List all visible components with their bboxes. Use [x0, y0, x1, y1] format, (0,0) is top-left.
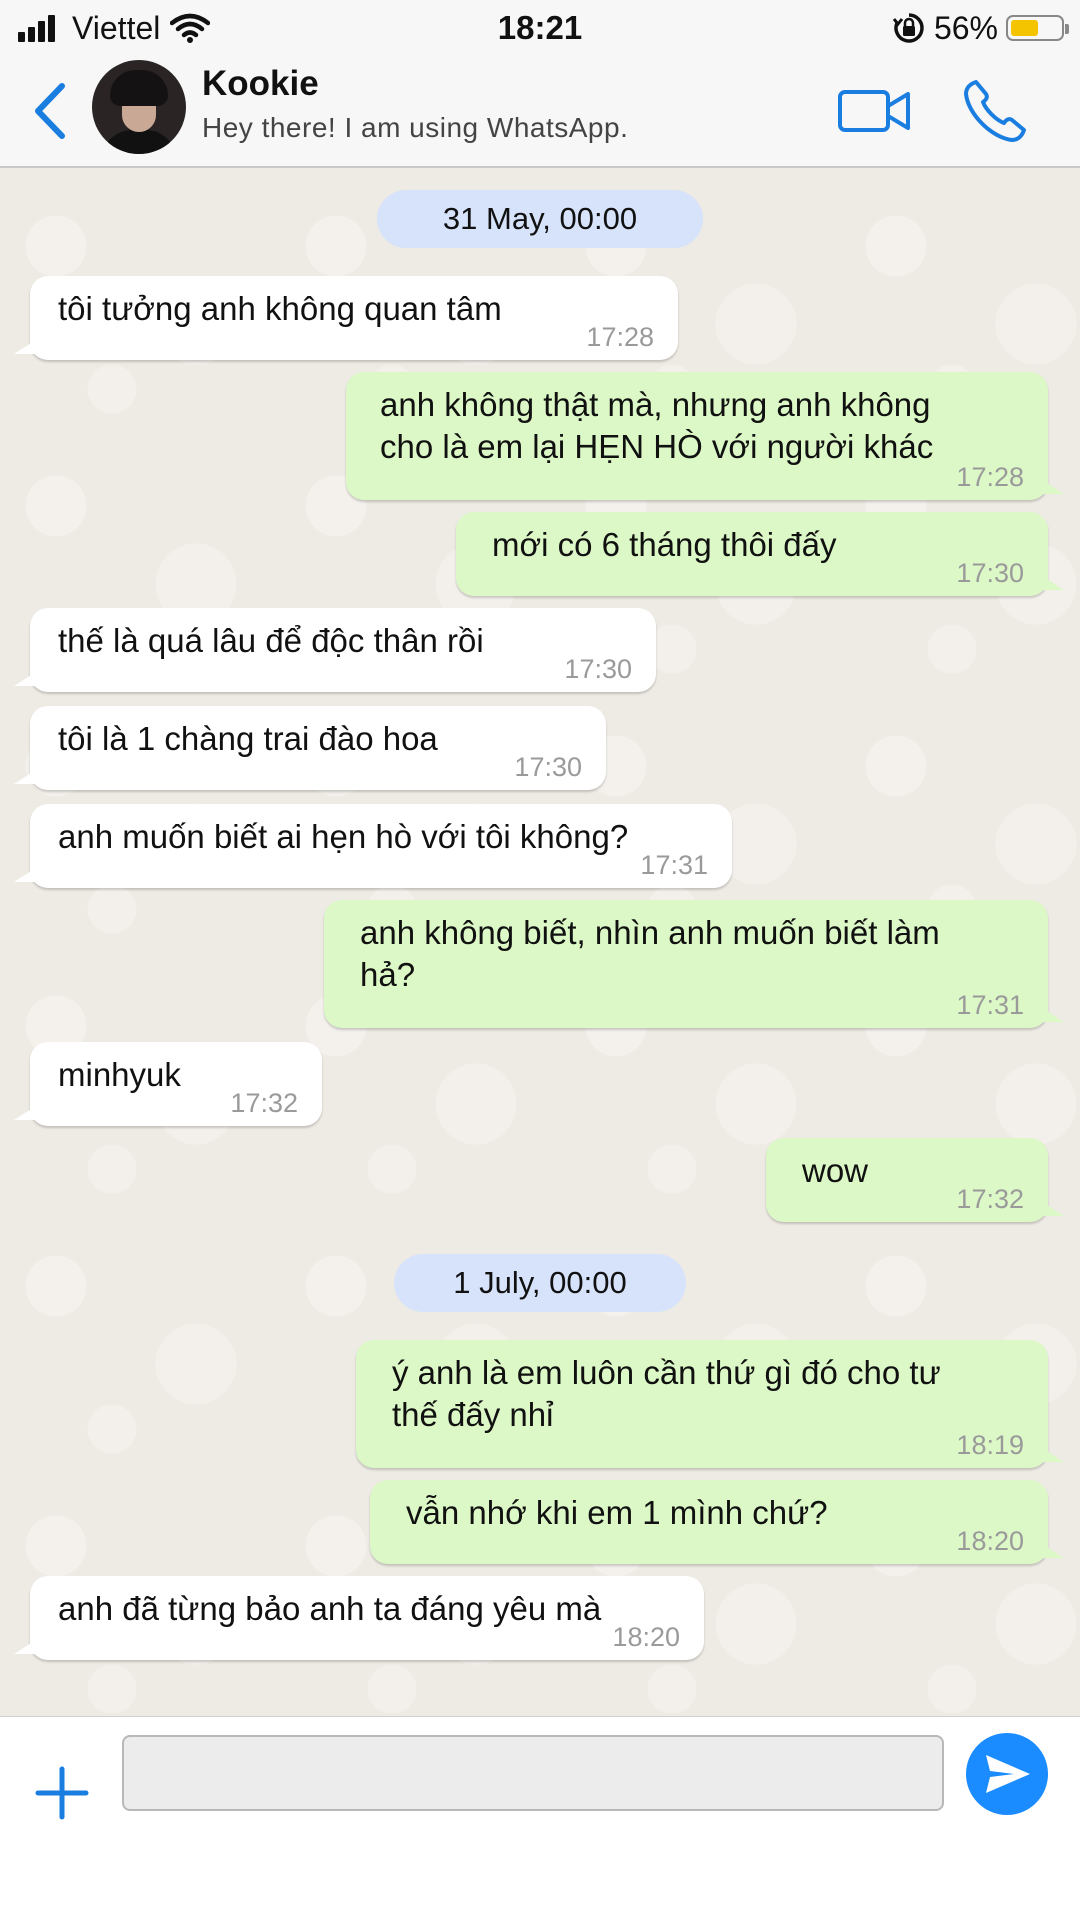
message-text: anh muốn biết ai hẹn hò với tôi không? [58, 818, 629, 855]
message-text: tôi là 1 chàng trai đào hoa [58, 720, 438, 757]
status-bar: Viettel 18:21 56% [0, 0, 1080, 56]
message-time: 17:28 [956, 462, 1024, 492]
message-bubble-outgoing[interactable]: anh không biết, nhìn anh muốn biết làm h… [324, 900, 1064, 1028]
message-time: 17:28 [586, 322, 654, 352]
contact-name[interactable]: Kookie [202, 64, 319, 104]
message-bubble-outgoing[interactable]: mới có 6 tháng thôi đấy 17:30 [456, 512, 1064, 596]
message-text: anh không biết, nhìn anh muốn biết làm h… [360, 914, 940, 993]
message-time: 17:30 [514, 752, 582, 782]
bubble-tail [1042, 1202, 1064, 1216]
bubble-tail [14, 1640, 36, 1654]
battery-level [1011, 20, 1038, 36]
message-text: ý anh là em luôn cần thứ gì đó cho tư th… [392, 1354, 941, 1433]
message-time: 17:30 [564, 654, 632, 684]
avatar-hair [110, 70, 168, 106]
message-bubble-incoming[interactable]: minhyuk 17:32 [14, 1042, 322, 1126]
orientation-lock-icon [892, 13, 924, 43]
send-icon [986, 1755, 1030, 1793]
bubble-tail [1042, 480, 1064, 494]
back-chevron-icon[interactable] [26, 80, 76, 142]
message-time: 17:32 [956, 1184, 1024, 1214]
phone-icon[interactable] [962, 78, 1028, 144]
avatar-body [102, 130, 176, 154]
bubble-tail [14, 868, 36, 882]
message-text: thế là quá lâu để độc thân rồi [58, 622, 484, 659]
avatar[interactable] [92, 60, 186, 154]
message-text: anh không thật mà, nhưng anh không cho l… [380, 386, 934, 465]
message-time: 18:20 [956, 1526, 1024, 1556]
message-bubble-outgoing[interactable]: ý anh là em luôn cần thứ gì đó cho tư th… [356, 1340, 1064, 1468]
bubble-tail [1042, 1448, 1064, 1462]
date-separator: 1 July, 00:00 [394, 1254, 686, 1312]
message-text: anh đã từng bảo anh ta đáng yêu mà [58, 1590, 602, 1627]
message-time: 17:32 [230, 1088, 298, 1118]
bubble-tail [14, 672, 36, 686]
message-bubble-incoming[interactable]: tôi là 1 chàng trai đào hoa 17:30 [14, 706, 606, 790]
battery-icon [1006, 15, 1069, 41]
message-time: 17:30 [956, 558, 1024, 588]
bubble-tail [14, 1106, 36, 1120]
message-bubble-outgoing[interactable]: vẫn nhớ khi em 1 mình chứ? 18:20 [370, 1480, 1064, 1564]
composer-bar [0, 1716, 1080, 1921]
message-text: mới có 6 tháng thôi đấy [492, 526, 837, 563]
bubble-tail [1042, 1008, 1064, 1022]
bubble-tail [14, 770, 36, 784]
battery-cap [1065, 24, 1069, 34]
message-text: vẫn nhớ khi em 1 mình chứ? [406, 1494, 828, 1531]
message-time: 18:20 [612, 1622, 680, 1652]
message-list[interactable]: 31 May, 00:00 tôi tưởng anh không quan t… [0, 168, 1080, 1716]
status-right: 56% [892, 6, 1069, 50]
bubble-tail [1042, 1544, 1064, 1558]
message-bubble-incoming[interactable]: tôi tưởng anh không quan tâm 17:28 [14, 276, 678, 360]
video-camera-icon[interactable] [838, 86, 910, 136]
date-separator: 31 May, 00:00 [377, 190, 703, 248]
message-bubble-incoming[interactable]: anh đã từng bảo anh ta đáng yêu mà 18:20 [14, 1576, 704, 1660]
bubble-tail [14, 340, 36, 354]
message-bubble-outgoing[interactable]: wow 17:32 [766, 1138, 1064, 1222]
message-time: 17:31 [956, 990, 1024, 1020]
chat-header: Kookie Hey there! I am using WhatsApp. [0, 56, 1080, 168]
send-button[interactable] [966, 1733, 1048, 1815]
contact-status[interactable]: Hey there! I am using WhatsApp. [202, 112, 628, 144]
plus-icon[interactable] [34, 1765, 90, 1821]
message-time: 17:31 [640, 850, 708, 880]
message-time: 18:19 [956, 1430, 1024, 1460]
message-bubble-incoming[interactable]: thế là quá lâu để độc thân rồi 17:30 [14, 608, 656, 692]
bubble-tail [1042, 576, 1064, 590]
message-bubble-outgoing[interactable]: anh không thật mà, nhưng anh không cho l… [346, 372, 1064, 500]
message-text: tôi tưởng anh không quan tâm [58, 290, 502, 327]
message-bubble-incoming[interactable]: anh muốn biết ai hẹn hò với tôi không? 1… [14, 804, 732, 888]
battery-percent: 56% [933, 9, 998, 46]
message-input[interactable] [122, 1735, 944, 1811]
